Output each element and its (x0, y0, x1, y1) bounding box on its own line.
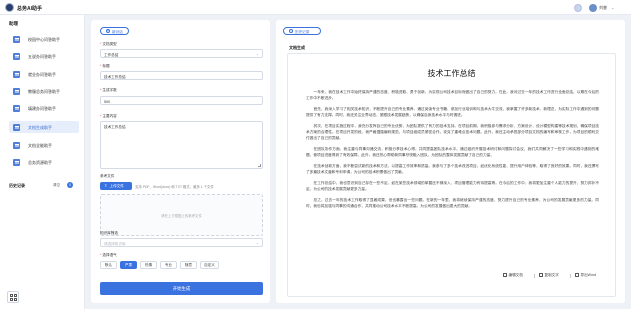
kb-label: 知识库筛选 (100, 231, 118, 235)
sidebar-item-employment[interactable]: 就业办问答助手 (9, 68, 79, 80)
copy-icon (539, 273, 543, 277)
resize-handle[interactable] (257, 163, 261, 167)
edit-document-button[interactable]: 编辑文档 (503, 273, 523, 278)
word-count-label: *生成字数 (100, 88, 117, 92)
kb-select[interactable]: 请选择知识库 ⌄ (100, 238, 263, 247)
history-title: 历史记录 (9, 183, 25, 188)
user-name[interactable]: 刘睿 (599, 5, 607, 11)
document-paragraph: 在工作总结中，我也意识到自己存在一些不足，如在某些技术领域的掌握还不够深入、项目… (306, 180, 599, 192)
document-body: 一年来，我在技术工作中始终保持严谨的态度、积极进取、勇于创新，为实现公司技术目标… (306, 89, 599, 214)
tone-casual[interactable]: 随意 (180, 261, 197, 269)
sidebar-item-general-affairs[interactable]: 教服总务问答助手 (9, 85, 79, 97)
top-bar: 总务AI助手 刘睿 ⌄ (0, 0, 631, 15)
document-paragraph: 一年来，我在技术工作中始终保持严谨的态度、积极进取、勇于创新，为实现公司技术目标… (306, 90, 599, 101)
chevron-down-icon: ⌄ (255, 52, 259, 56)
title-label: *标题 (100, 64, 110, 68)
word-count-input[interactable]: 500 (100, 96, 263, 105)
user-avatar[interactable] (589, 3, 597, 12)
document-icon (13, 70, 20, 78)
edit-icon (503, 273, 507, 277)
document-icon (13, 35, 20, 43)
plus-icon: + (106, 29, 110, 34)
output-heading: 文档生成 (289, 45, 305, 50)
document-icon (13, 104, 20, 112)
title-input[interactable]: 技术工作总结 (100, 71, 263, 80)
output-panel: 历史记录 文档生成 技术工作总结 一年来，我在技术工作中始终保持严谨的态度、积极… (276, 20, 625, 303)
ref-file-label: 参考文件 (100, 174, 115, 178)
generate-button[interactable]: 开始生成 (100, 282, 263, 295)
document-icon (13, 141, 20, 149)
sidebar-item-label: 文档全能助手 (28, 143, 52, 148)
tone-serious[interactable]: 严肃 (120, 261, 137, 269)
tone-warm[interactable]: 热情 (140, 261, 157, 269)
sidebar-item-label: 文档生成助手 (28, 125, 52, 130)
app-title: 总务AI助手 (17, 5, 43, 12)
history-button[interactable]: 历史记录 (283, 27, 321, 35)
sidebar-item-doc-allround[interactable]: 文档全能助手 (9, 139, 79, 151)
upload-icon: ⇪ (104, 184, 108, 189)
tone-default[interactable]: 默认 (100, 261, 117, 269)
grid-icon (10, 294, 13, 297)
sidebar-heading: 助理 (9, 21, 18, 26)
document-paragraph: 总之，过去一年的技术工作取得了显著成果，但也暴露出一些问题。在新的一年里，我将继… (306, 197, 599, 208)
content-label: *主要内容 (100, 114, 117, 118)
chevron-down-icon[interactable]: ⌄ (611, 5, 614, 10)
generated-document: 技术工作总结 一年来，我在技术工作中始终保持严谨的态度、积极进取、勇于创新，为实… (287, 53, 616, 297)
notification-avatar[interactable] (574, 3, 582, 12)
sidebar-item-label: 总务资源助手 (28, 160, 52, 165)
sidebar-item-construction[interactable]: 填建办问答助手 (9, 102, 79, 114)
document-paragraph: 首先，我深入学习了相关技术知识，不断提升自己的专业素养，通过阅读专业书籍、参加行… (306, 106, 599, 118)
sidebar-item-doc-generator[interactable]: 文档生成助手 (9, 121, 79, 133)
document-paragraph: 在技术创新方面，我不断尝试新的技术和方法，以提高工作效率和质量。我参与了多个技术… (306, 163, 599, 175)
chevron-down-icon: ⌄ (255, 241, 259, 245)
upload-button[interactable]: ⇪ 上传文件 (100, 182, 132, 190)
app-logo (5, 3, 14, 12)
sidebar: 助理 校园中心问答助手 五说办问答助手 就业办问答助手 教服总务问答助手 填建办… (0, 15, 85, 309)
document-icon (13, 87, 20, 95)
tone-label: *选择语气 (100, 253, 117, 257)
document-icon (13, 158, 20, 166)
form-panel: + 新对话 *文档类型 工作总结 ⌄ *标题 技术工作总结 *生成字数 500 … (91, 20, 270, 303)
document-paragraph: 其次，在项目实施过程中，我充分发挥自己的专业优势，为团队提供了有力的技术支持。在… (306, 123, 599, 141)
upload-hint: 支持 PDF、Word(docx) 和 TXT 格式，最多 1 个文件 (135, 185, 214, 189)
sidebar-item-resources[interactable]: 总务资源助手 (9, 156, 79, 168)
export-icon (575, 273, 579, 277)
action-divider (570, 274, 571, 278)
copy-text-button[interactable]: 复制文字 (539, 273, 559, 278)
content-textarea[interactable]: 技术工作总结 (100, 121, 263, 169)
doc-type-label: *文档类型 (100, 42, 117, 46)
file-dropzone[interactable]: 请在上方框图上传参考文件 (100, 194, 263, 236)
document-icon (13, 52, 20, 60)
apps-grid-button[interactable] (7, 291, 19, 303)
sidebar-item-label: 就业办问答助手 (28, 72, 56, 77)
document-icon (13, 123, 20, 131)
history-clear-button[interactable]: 清空 (53, 183, 60, 188)
sidebar-item-wushuo[interactable]: 五说办问答助手 (9, 50, 79, 62)
sidebar-item-label: 校园中心问答助手 (28, 37, 60, 42)
document-paragraph: 在团队协作方面，我注重与同事沟通交流，积极分享技术心得，共同提高团队技术水平。通… (306, 146, 599, 158)
new-chat-button[interactable]: + 新对话 (100, 27, 129, 35)
sidebar-item-label: 五说办问答助手 (28, 54, 56, 59)
clock-icon (289, 29, 293, 34)
sidebar-item-campus[interactable]: 校园中心问答助手 (9, 33, 79, 45)
tone-custom[interactable]: 自定义 (200, 261, 219, 269)
sidebar-item-label: 填建办问答助手 (28, 106, 56, 111)
history-count-badge: 0 (67, 182, 73, 188)
document-title: 技术工作总结 (427, 69, 476, 78)
action-divider (534, 274, 535, 278)
doc-type-select[interactable]: 工作总结 ⌄ (100, 49, 263, 58)
export-word-button[interactable]: 导出Word (575, 273, 596, 278)
tone-professional[interactable]: 专业 (160, 261, 177, 269)
sidebar-item-label: 教服总务问答助手 (28, 89, 60, 94)
